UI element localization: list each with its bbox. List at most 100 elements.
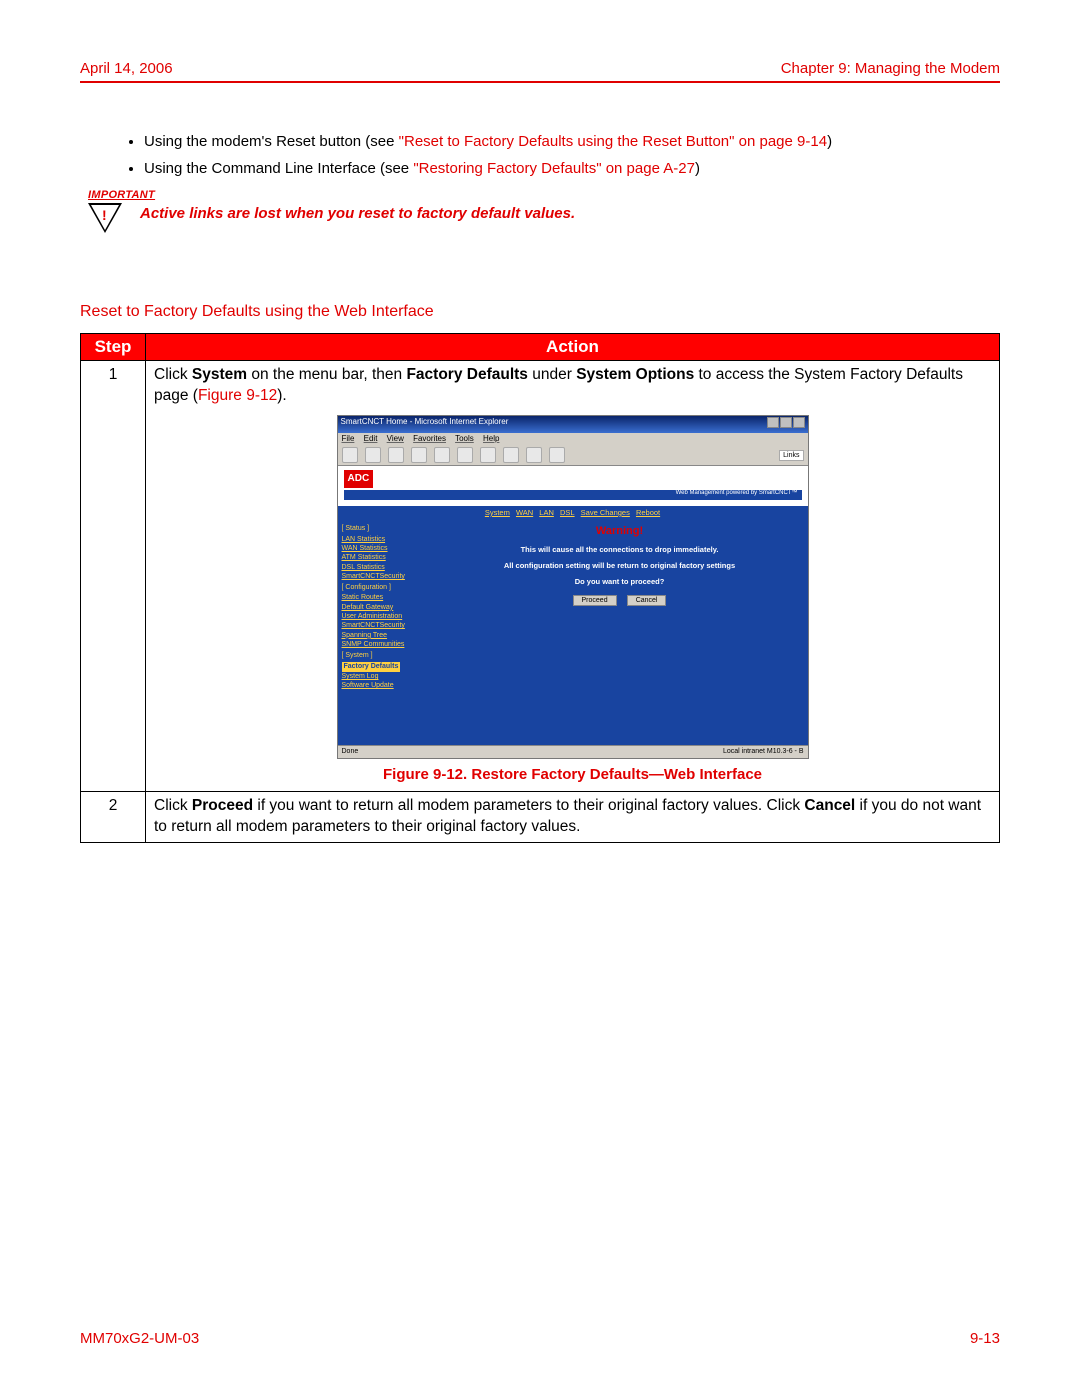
footer-doc-id: MM70xG2-UM-03: [80, 1330, 199, 1347]
favorites-icon[interactable]: [480, 447, 496, 463]
text: if you want to return all modem paramete…: [253, 797, 804, 814]
footer-page-number: 9-13: [970, 1330, 1000, 1347]
col-action: Action: [146, 334, 1000, 361]
mail-icon[interactable]: [526, 447, 542, 463]
step-number: 1: [81, 361, 146, 792]
proceed-button[interactable]: Proceed: [573, 595, 617, 606]
nav-item[interactable]: LAN: [539, 508, 554, 517]
section-heading: Reset to Factory Defaults using the Web …: [80, 303, 1000, 321]
menu-item[interactable]: Edit: [364, 434, 378, 443]
menu-item[interactable]: Help: [483, 434, 499, 443]
status-left: Done: [342, 747, 359, 756]
bullet-list: Using the modem's Reset button (see "Res…: [104, 133, 1000, 177]
sidebar-item[interactable]: SmartCNCTSecurity: [342, 621, 428, 630]
adc-logo: ADC: [344, 470, 374, 488]
ui-term: Cancel: [804, 797, 855, 814]
menu-bar: File Edit View Favorites Tools Help: [338, 433, 808, 446]
figure-reference[interactable]: Figure 9-12: [198, 387, 277, 404]
sidebar-item[interactable]: Default Gateway: [342, 603, 428, 612]
minimize-icon[interactable]: [767, 417, 779, 428]
menu-item[interactable]: File: [342, 434, 355, 443]
sidebar-item[interactable]: ATM Statistics: [342, 553, 428, 562]
warning-triangle-icon: !: [88, 203, 122, 233]
header-chapter: Chapter 9: Managing the Modem: [781, 60, 1000, 77]
bullet-lead: Using the Command Line Interface (see: [144, 160, 413, 177]
sidebar-group: [ Status ]: [342, 523, 428, 534]
ui-term: System: [192, 366, 247, 383]
sidebar-item[interactable]: Static Routes: [342, 593, 428, 602]
window-title: SmartCNCT Home - Microsoft Internet Expl…: [341, 417, 509, 432]
figure-caption: Figure 9-12. Restore Factory Defaults—We…: [154, 765, 991, 785]
warning-line: This will cause all the connections to d…: [440, 545, 800, 555]
important-text: Active links are lost when you reset to …: [140, 203, 575, 222]
warning-title: Warning!: [440, 524, 800, 539]
menu-item[interactable]: View: [387, 434, 404, 443]
cross-reference-link[interactable]: "Restoring Factory Defaults" on page A-2…: [413, 160, 695, 177]
refresh-icon[interactable]: [411, 447, 427, 463]
bullet-item: Using the modem's Reset button (see "Res…: [144, 133, 1000, 150]
step-number: 2: [81, 791, 146, 842]
text: Click: [154, 797, 192, 814]
page-footer: MM70xG2-UM-03 9-13: [80, 1330, 1000, 1347]
page-header: April 14, 2006 Chapter 9: Managing the M…: [80, 60, 1000, 83]
sidebar-item[interactable]: DSL Statistics: [342, 563, 428, 572]
nav-item[interactable]: DSL: [560, 508, 575, 517]
main-panel: Warning! This will cause all the connect…: [432, 520, 808, 745]
col-step: Step: [81, 334, 146, 361]
nav-item[interactable]: Save Changes: [581, 508, 630, 517]
cancel-button[interactable]: Cancel: [627, 595, 667, 606]
bullet-tail: ): [695, 160, 700, 177]
bullet-item: Using the Command Line Interface (see "R…: [144, 160, 1000, 177]
sidebar-item[interactable]: SNMP Communities: [342, 640, 428, 649]
menu-item[interactable]: Tools: [455, 434, 474, 443]
ui-term: Factory Defaults: [406, 366, 527, 383]
close-icon[interactable]: [793, 417, 805, 428]
text: under: [528, 366, 576, 383]
step-action: Click System on the menu bar, then Facto…: [146, 361, 1000, 792]
text: Click: [154, 366, 192, 383]
print-icon[interactable]: [549, 447, 565, 463]
sidebar-item[interactable]: Spanning Tree: [342, 631, 428, 640]
cross-reference-link[interactable]: "Reset to Factory Defaults using the Res…: [399, 133, 827, 150]
back-icon[interactable]: [342, 447, 358, 463]
important-label: IMPORTANT: [88, 189, 1000, 201]
window-titlebar: SmartCNCT Home - Microsoft Internet Expl…: [338, 416, 808, 433]
table-row: 1 Click System on the menu bar, then Fac…: [81, 361, 1000, 792]
home-icon[interactable]: [434, 447, 450, 463]
sidebar-item[interactable]: Software Update: [342, 681, 428, 690]
screenshot-figure: SmartCNCT Home - Microsoft Internet Expl…: [337, 415, 809, 759]
maximize-icon[interactable]: [780, 417, 792, 428]
important-callout: IMPORTANT ! Active links are lost when y…: [88, 189, 1000, 233]
ui-term: Proceed: [192, 797, 253, 814]
stop-icon[interactable]: [388, 447, 404, 463]
search-icon[interactable]: [457, 447, 473, 463]
sidebar-item[interactable]: SmartCNCTSecurity: [342, 572, 428, 581]
warning-line: Do you want to proceed?: [440, 577, 800, 587]
menu-item[interactable]: Favorites: [413, 434, 446, 443]
sidebar-item[interactable]: System Log: [342, 672, 428, 681]
nav-item[interactable]: WAN: [516, 508, 533, 517]
table-row: 2 Click Proceed if you want to return al…: [81, 791, 1000, 842]
status-right: Local intranet M10.3-6 - B: [723, 747, 804, 756]
sidebar-item[interactable]: LAN Statistics: [342, 535, 428, 544]
nav-item[interactable]: Reboot: [636, 508, 660, 517]
app-body: [ Status ] LAN Statistics WAN Statistics…: [338, 520, 808, 745]
nav-item[interactable]: System: [485, 508, 510, 517]
window-buttons: [766, 417, 805, 432]
sidebar-group: [ System ]: [342, 650, 428, 661]
ui-term: System Options: [576, 366, 694, 383]
step-action: Click Proceed if you want to return all …: [146, 791, 1000, 842]
bullet-tail: ): [827, 133, 832, 150]
header-date: April 14, 2006: [80, 60, 173, 77]
text: on the menu bar, then: [247, 366, 406, 383]
forward-icon[interactable]: [365, 447, 381, 463]
brand-strap: Web Management powered by SmartCNCT™: [344, 490, 802, 500]
history-icon[interactable]: [503, 447, 519, 463]
button-row: Proceed Cancel: [440, 595, 800, 606]
links-button[interactable]: Links: [779, 450, 803, 461]
sidebar-item[interactable]: User Administration: [342, 612, 428, 621]
bullet-lead: Using the modem's Reset button (see: [144, 133, 399, 150]
sidebar-item-selected[interactable]: Factory Defaults: [342, 662, 401, 671]
top-nav: System WAN LAN DSL Save Changes Reboot: [338, 506, 808, 520]
sidebar-item[interactable]: WAN Statistics: [342, 544, 428, 553]
